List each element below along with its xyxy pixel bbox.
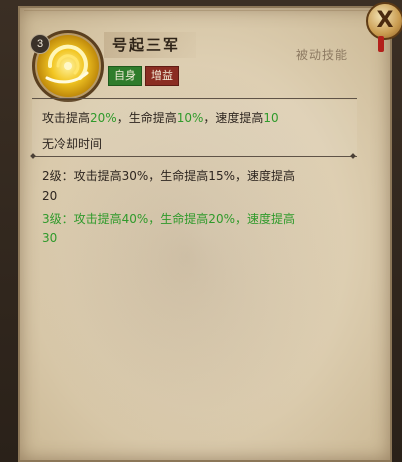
current-effect-line: 攻击提高20%，生命提高10%，速度提高10 xyxy=(42,109,279,126)
effect-text-part1: 攻击提高 xyxy=(42,111,91,125)
effect-life-value: 10% xyxy=(176,111,204,125)
upgrade-level-3-line1: 3级：攻击提高40%，生命提高20%，速度提高 xyxy=(42,212,295,226)
skill-name: 号起三军 xyxy=(112,36,181,54)
cooldown-text: 无冷却时间 xyxy=(42,137,103,151)
upgrade-level-3-line2: 30 xyxy=(42,231,58,245)
effect-attack-value: 20% xyxy=(90,111,117,125)
upgrade-level-2-line2: 20 xyxy=(42,189,58,203)
effect-text-part2: ，生命提高 xyxy=(116,111,177,125)
card-top-border xyxy=(24,10,374,17)
close-icon: X xyxy=(376,8,394,33)
skill-level-badge: 3 xyxy=(30,34,50,54)
tag-buff: 增益 xyxy=(145,66,179,86)
effect-text-part3: ，速度提高 xyxy=(203,111,264,125)
effect-bottom-divider xyxy=(32,156,357,157)
close-button[interactable]: X xyxy=(366,2,402,40)
dialog-frame: X 3 号起三军 自身 增益 被动技能 攻击提高20%，生命提高10%，速度提高… xyxy=(0,0,402,462)
upgrade-level-2-line1: 2级：攻击提高30%，生命提高15%，速度提高 xyxy=(42,169,295,183)
skill-type-label: 被动技能 xyxy=(296,48,349,62)
tag-self: 自身 xyxy=(108,66,142,86)
effect-top-divider xyxy=(32,98,357,99)
effect-speed-value: 10 xyxy=(263,111,279,125)
tassel-decoration xyxy=(378,36,384,52)
